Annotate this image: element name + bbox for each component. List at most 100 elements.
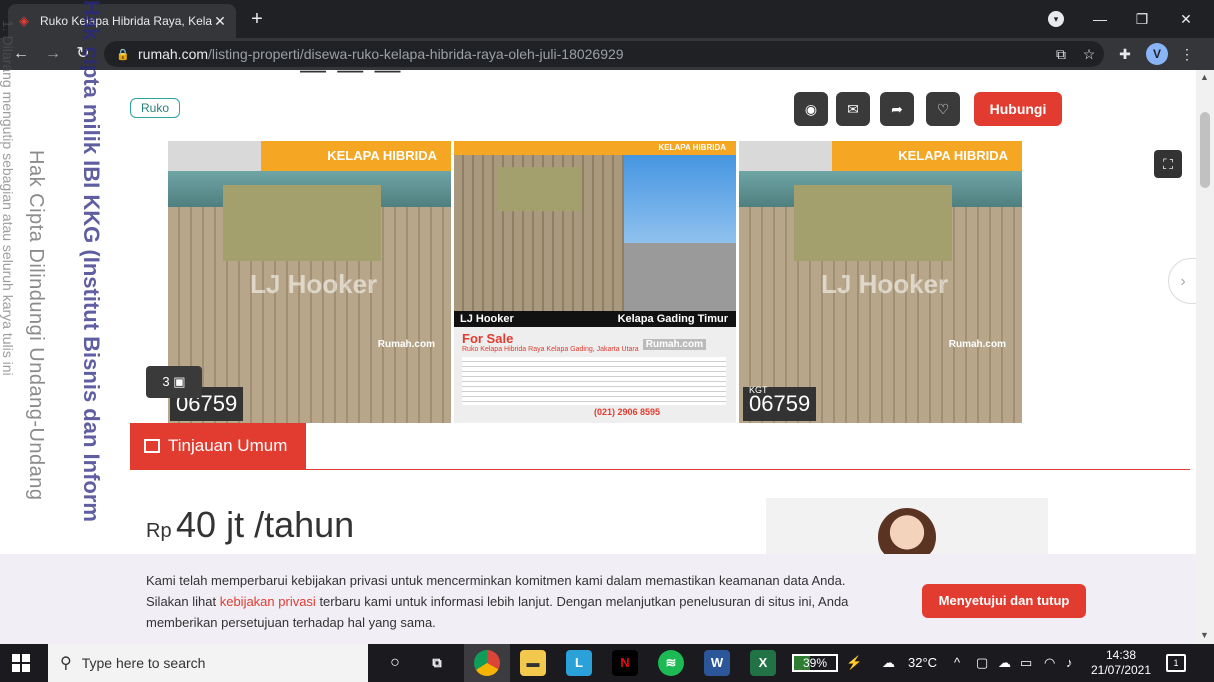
close-window-icon[interactable]: ✕: [1164, 0, 1208, 38]
photo-blurred-sign: [794, 185, 952, 261]
gallery-photo-2[interactable]: KELAPA HIBRIDA LJ Hooker Kelapa Gading T…: [454, 141, 736, 423]
gallery-photo-3[interactable]: KELAPA HIBRIDA LJ Hooker Rumah.com KGT 0…: [739, 141, 1022, 423]
price-amount: 40 jt /tahun: [176, 504, 355, 545]
keyboard-icon[interactable]: ▭: [1020, 655, 1032, 671]
lock-icon: 🔒: [116, 48, 130, 61]
favorite-button[interactable]: ♡: [926, 92, 960, 126]
photo-site-mark: Rumah.com: [948, 339, 1006, 350]
page-content: ― ― ― Ruko ◉ ✉ ➦ ♡ Hubungi KELAPA HIBRID…: [0, 70, 1196, 644]
lazada-app-icon[interactable]: L: [566, 650, 592, 676]
overview-icon: [144, 439, 160, 453]
gallery-next-button[interactable]: ›: [1168, 258, 1196, 304]
chrome-icon[interactable]: [474, 650, 500, 676]
menu-kebab-icon[interactable]: ⋮: [1176, 43, 1198, 65]
photo-2-site-mark: Rumah.com: [642, 339, 706, 350]
photo-site-mark: Rumah.com: [377, 339, 435, 350]
weather-cloud-icon[interactable]: ☁: [882, 655, 895, 671]
scroll-up-icon[interactable]: ▲: [1200, 72, 1209, 82]
forward-icon[interactable]: →: [42, 43, 64, 65]
photo-code-prefix: KGT: [749, 385, 768, 395]
word-icon[interactable]: W: [704, 650, 730, 676]
translate-icon[interactable]: ⧉: [1050, 43, 1072, 65]
photo-banner: KELAPA HIBRIDA: [832, 141, 1022, 171]
onedrive-icon[interactable]: ☁: [998, 655, 1011, 671]
contact-button[interactable]: Hubungi: [974, 92, 1062, 126]
agree-and-close-button[interactable]: Menyetujui dan tutup: [922, 584, 1086, 618]
cookie-text-line-3: memberikan persetujuan terhadap hal yang…: [146, 615, 436, 630]
watermark-line-0: 1. Dilarang mengutip sebagian atau selur…: [0, 20, 16, 376]
excel-icon[interactable]: X: [750, 650, 776, 676]
page-scrollbar[interactable]: ▲ ▼: [1196, 70, 1214, 644]
taskbar-search-input[interactable]: ⚲ Type here to search: [48, 644, 368, 682]
photo-gallery[interactable]: KELAPA HIBRIDA LJ Hooker Rumah.com 06759…: [168, 141, 1022, 423]
privacy-policy-link[interactable]: kebijakan privasi: [220, 594, 316, 609]
rumah-favicon-icon: ◈: [19, 13, 29, 28]
file-explorer-icon[interactable]: ▬: [520, 650, 546, 676]
property-type-badge: Ruko: [130, 98, 181, 118]
profile-avatar[interactable]: V: [1146, 43, 1168, 65]
tray-app-icon[interactable]: ▢: [976, 655, 988, 671]
share-icon: ➦: [891, 101, 903, 117]
photo-2-brand-bar: LJ Hooker Kelapa Gading Timur: [454, 311, 736, 327]
photo-2-details-text: [462, 357, 726, 405]
photo-blurred-sign: [223, 185, 381, 261]
scroll-down-icon[interactable]: ▼: [1200, 630, 1209, 640]
volume-icon[interactable]: ♪: [1066, 655, 1073, 670]
photo-2-street: [624, 141, 736, 311]
restore-icon[interactable]: ❐: [1120, 0, 1164, 38]
scroll-thumb[interactable]: [1200, 112, 1210, 188]
cookie-text-line-2a: Silakan lihat: [146, 594, 220, 609]
extensions-icon[interactable]: ✚: [1114, 43, 1136, 65]
share-button[interactable]: ➦: [880, 92, 914, 126]
taskbar-clock[interactable]: 14:38 21/07/2021: [1090, 648, 1152, 678]
battery-indicator[interactable]: 39%: [792, 654, 838, 672]
cortana-icon[interactable]: ○: [382, 650, 408, 676]
photo-2-brand: LJ Hooker: [460, 313, 514, 325]
cookie-text-line-2: Silakan lihat kebijakan privasi terbaru …: [146, 591, 886, 612]
notification-center-icon[interactable]: 1: [1166, 654, 1186, 672]
tab-overview[interactable]: Tinjauan Umum: [130, 423, 306, 469]
tab-overview-label: Tinjauan Umum: [168, 436, 288, 455]
battery-percent: 39%: [802, 656, 828, 670]
minimize-icon[interactable]: —: [1078, 0, 1122, 38]
tab-search-icon[interactable]: ▾: [1048, 11, 1064, 27]
taskbar-search-placeholder: Type here to search: [81, 655, 206, 671]
netflix-icon[interactable]: N: [612, 650, 638, 676]
messenger-share-button[interactable]: ◉: [794, 92, 828, 126]
expand-icon: ⛶: [1163, 156, 1173, 172]
windows-start-icon[interactable]: [12, 654, 30, 672]
url-host: rumah.com: [138, 46, 209, 62]
url-path: /listing-properti/disewa-ruko-kelapa-hib…: [208, 46, 624, 62]
gallery-photo-1[interactable]: KELAPA HIBRIDA LJ Hooker Rumah.com 06759: [168, 141, 451, 423]
tab-divider: [130, 469, 1190, 470]
listing-price: Rp 40 jt /tahun: [146, 504, 354, 546]
tab-close-icon[interactable]: ✕: [212, 13, 228, 30]
bookmark-star-icon[interactable]: ☆: [1078, 43, 1100, 65]
photo-2-subtitle: Ruko Kelapa Hibrida Raya Kelapa Gading, …: [462, 346, 639, 353]
address-bar[interactable]: 🔒 rumah.com /listing-properti/disewa-ruk…: [104, 41, 1104, 67]
photo-watermark: LJ Hooker: [821, 269, 949, 299]
tray-chevron-up-icon[interactable]: ^: [954, 655, 960, 670]
clock-date: 21/07/2021: [1090, 663, 1152, 677]
search-icon: ⚲: [60, 655, 72, 672]
charging-plug-icon: ⚡: [846, 655, 863, 670]
fullscreen-button[interactable]: ⛶: [1154, 150, 1182, 178]
email-share-button[interactable]: ✉: [836, 92, 870, 126]
browser-tab[interactable]: ◈ Ruko Kelapa Hibrida Raya, Kelapa ✕: [8, 4, 236, 38]
tab-title: Ruko Kelapa Hibrida Raya, Kelapa: [40, 14, 212, 28]
windows-taskbar: ⚲ Type here to search ○ ⧉ ▬ L N ≋ W X 39…: [0, 644, 1214, 682]
temperature[interactable]: 32°C: [908, 655, 937, 670]
photo-banner: KELAPA HIBRIDA: [261, 141, 451, 171]
cut-off-heading: ― ― ―: [300, 70, 402, 85]
spotify-icon[interactable]: ≋: [658, 650, 684, 676]
task-view-icon[interactable]: ⧉: [424, 650, 450, 676]
new-tab-button[interactable]: +: [246, 8, 268, 30]
photo-2-banner: KELAPA HIBRIDA: [454, 141, 736, 155]
image-icon: ▣: [173, 374, 186, 389]
email-icon: ✉: [847, 101, 859, 117]
watermark-line-1: Hak Cipta Dilindungi Undang-Undang: [25, 150, 47, 501]
cookie-text: Kami telah memperbarui kebijakan privasi…: [146, 570, 886, 633]
wifi-icon[interactable]: ◠: [1044, 655, 1055, 671]
photo-watermark: LJ Hooker: [250, 269, 378, 299]
photo-count-button[interactable]: 3 ▣: [146, 366, 202, 398]
